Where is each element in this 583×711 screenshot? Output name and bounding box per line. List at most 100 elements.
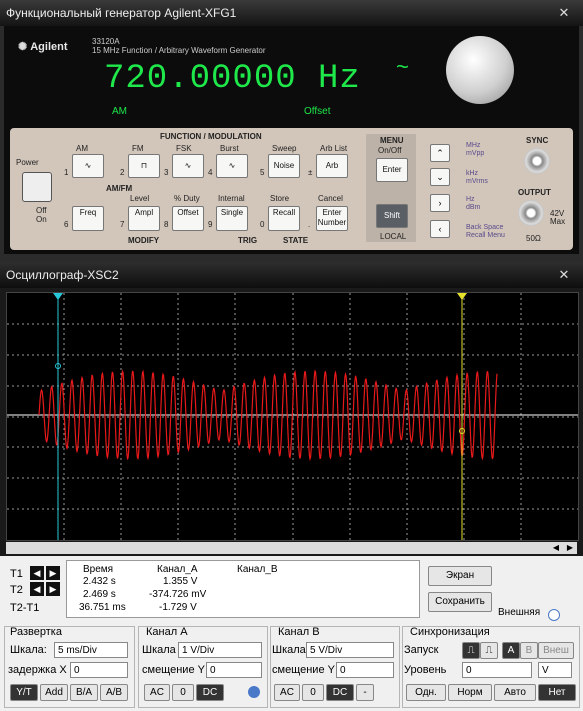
- power-button[interactable]: [22, 172, 52, 202]
- t1-left-icon[interactable]: ◀: [30, 566, 44, 580]
- off-label: Off: [36, 206, 47, 215]
- scope-titlebar[interactable]: Осциллограф-XSC2 ✕: [0, 262, 583, 288]
- key-number-7: 7: [120, 220, 125, 229]
- recall-menu-label: Recall Menu: [466, 232, 505, 239]
- enter-number-button[interactable]: Enter Number: [316, 206, 348, 231]
- yt-button[interactable]: Y/T: [10, 684, 38, 701]
- single-mode-button[interactable]: Одн.: [406, 684, 446, 701]
- up-arrow-button[interactable]: ⌃: [430, 144, 450, 162]
- col-channel-b: Канал_В: [237, 564, 278, 575]
- col-channel-a: Канал_А: [157, 564, 198, 575]
- channel-a-zero-button[interactable]: 0: [172, 684, 194, 701]
- channel-b-dc-button[interactable]: DC: [326, 684, 354, 701]
- local-label: LOCAL: [380, 232, 407, 241]
- right-arrow-button[interactable]: ›: [430, 194, 450, 212]
- generator-front-panel: FUNCTION / MODULATION Power Off On AM ∿ 1 F…: [10, 128, 573, 250]
- sweep-title: Развертка: [10, 626, 62, 638]
- offset-button[interactable]: Offset: [172, 206, 204, 231]
- key-number-6: ±: [308, 168, 313, 177]
- rising-edge-icon[interactable]: ⎍: [462, 642, 480, 659]
- channel-b-ac-button[interactable]: AC: [274, 684, 300, 701]
- t1-right-icon[interactable]: ▶: [46, 566, 60, 580]
- model-number: 33120A: [92, 37, 120, 46]
- ab-button[interactable]: A/B: [100, 684, 128, 701]
- am-annunciator: AM: [112, 106, 127, 117]
- channel-b-offset-label: смещение Y: [272, 664, 335, 676]
- generator-titlebar[interactable]: Функциональный генератор Agilent-XFG1 ✕: [0, 0, 583, 26]
- level-input[interactable]: 0: [462, 662, 532, 678]
- level-unit[interactable]: V: [538, 662, 572, 678]
- key-number-10: 0: [260, 220, 265, 229]
- t2-label: T2: [10, 584, 23, 596]
- noise-button[interactable]: Noise: [268, 154, 300, 178]
- delay-label: задержка X: [8, 664, 67, 676]
- generator-close-button[interactable]: ✕: [553, 5, 575, 21]
- generator-title: Функциональный генератор Agilent-XFG1: [6, 6, 237, 20]
- none-mode-button[interactable]: Нет: [538, 684, 576, 701]
- t2-right-icon[interactable]: ▶: [46, 582, 60, 596]
- channel-a-offset-input[interactable]: 0: [206, 662, 262, 678]
- ampl-button[interactable]: Ampl: [128, 206, 160, 231]
- single-button[interactable]: Single: [216, 206, 248, 231]
- reverse-button[interactable]: Экран: [428, 566, 492, 586]
- fm-button[interactable]: ⊓: [128, 154, 160, 178]
- sync-source-b-button[interactable]: B: [520, 642, 538, 659]
- channel-b-scale-input[interactable]: 5 V/Div: [306, 642, 394, 658]
- burst-button[interactable]: ∿: [216, 154, 248, 178]
- label-fsk: FSK: [176, 144, 192, 153]
- t2-channel-a: -374.726 mV: [149, 589, 207, 600]
- channel-a-dc-button[interactable]: DC: [196, 684, 224, 701]
- freq-button[interactable]: Freq: [72, 206, 104, 231]
- unit-mvrms: mVrms: [466, 178, 488, 185]
- ba-button[interactable]: B/A: [70, 684, 98, 701]
- scroll-right-icon[interactable]: ▶: [567, 543, 573, 552]
- sync-source-ext-button[interactable]: Внеш: [538, 642, 574, 659]
- level-label: Уровень: [404, 664, 447, 676]
- fsk-button[interactable]: ∿: [172, 154, 204, 178]
- falling-edge-icon[interactable]: ⎍: [480, 642, 498, 659]
- sweep-scale-input[interactable]: 5 ms/Div: [54, 642, 128, 658]
- scope-scrollbar[interactable]: ◀ ▶: [6, 542, 577, 554]
- t2-left-icon[interactable]: ◀: [30, 582, 44, 596]
- down-arrow-button[interactable]: ⌄: [430, 168, 450, 186]
- channel-b-zero-button[interactable]: 0: [302, 684, 324, 701]
- am-button[interactable]: ∿: [72, 154, 104, 178]
- cursor-readout: Время Канал_А Канал_В 2.432 s 1.355 V 2.…: [66, 560, 420, 618]
- delay-input[interactable]: 0: [70, 662, 128, 678]
- scope-screen[interactable]: [6, 292, 579, 541]
- scroll-left-icon[interactable]: ◀: [553, 543, 559, 552]
- scope-close-button[interactable]: ✕: [553, 267, 575, 283]
- sync-terminal[interactable]: [524, 148, 550, 174]
- enter-button[interactable]: Enter: [376, 158, 408, 182]
- state-header: STATE: [283, 236, 309, 245]
- sync-source-a-button[interactable]: A: [502, 642, 520, 659]
- model-description: 15 MHz Function / Arbitrary Waveform Gen…: [92, 46, 266, 55]
- channel-a-ac-button[interactable]: AC: [144, 684, 170, 701]
- label-fm: FM: [132, 144, 144, 153]
- delta-time: 36.751 ms: [79, 602, 126, 613]
- channel-a-scale-input[interactable]: 1 V/Div: [178, 642, 262, 658]
- arb-button[interactable]: Arb: [316, 154, 348, 178]
- output-terminal[interactable]: [518, 200, 544, 226]
- delta-channel-a: -1.729 V: [159, 602, 197, 613]
- channel-b-invert-button[interactable]: -: [356, 684, 374, 701]
- channel-a-radio[interactable]: [248, 686, 260, 698]
- channel-b-offset-input[interactable]: 0: [336, 662, 394, 678]
- left-arrow-button[interactable]: ‹: [430, 220, 450, 238]
- frequency-knob[interactable]: [446, 36, 514, 104]
- external-trigger-radio[interactable]: [548, 609, 560, 621]
- cursor-t2-handle-icon: [457, 293, 467, 300]
- auto-mode-button[interactable]: Авто: [494, 684, 536, 701]
- shift-button[interactable]: Shift: [376, 204, 408, 228]
- normal-mode-button[interactable]: Норм: [448, 684, 492, 701]
- channel-b-scale-label: Шкала: [272, 644, 306, 656]
- save-button[interactable]: Сохранить: [428, 592, 492, 612]
- function-modulation-header: FUNCTION / MODULATION: [160, 132, 262, 141]
- t1-time: 2.432 s: [83, 576, 116, 587]
- frequency-display: 720.00000 Hz: [104, 60, 361, 98]
- add-button[interactable]: Add: [40, 684, 68, 701]
- menu-onoff-label: On/Off: [378, 146, 402, 155]
- recall-button[interactable]: Recall: [268, 206, 300, 231]
- on-label: On: [36, 215, 47, 224]
- sweep-scale-label: Шкала:: [10, 644, 47, 656]
